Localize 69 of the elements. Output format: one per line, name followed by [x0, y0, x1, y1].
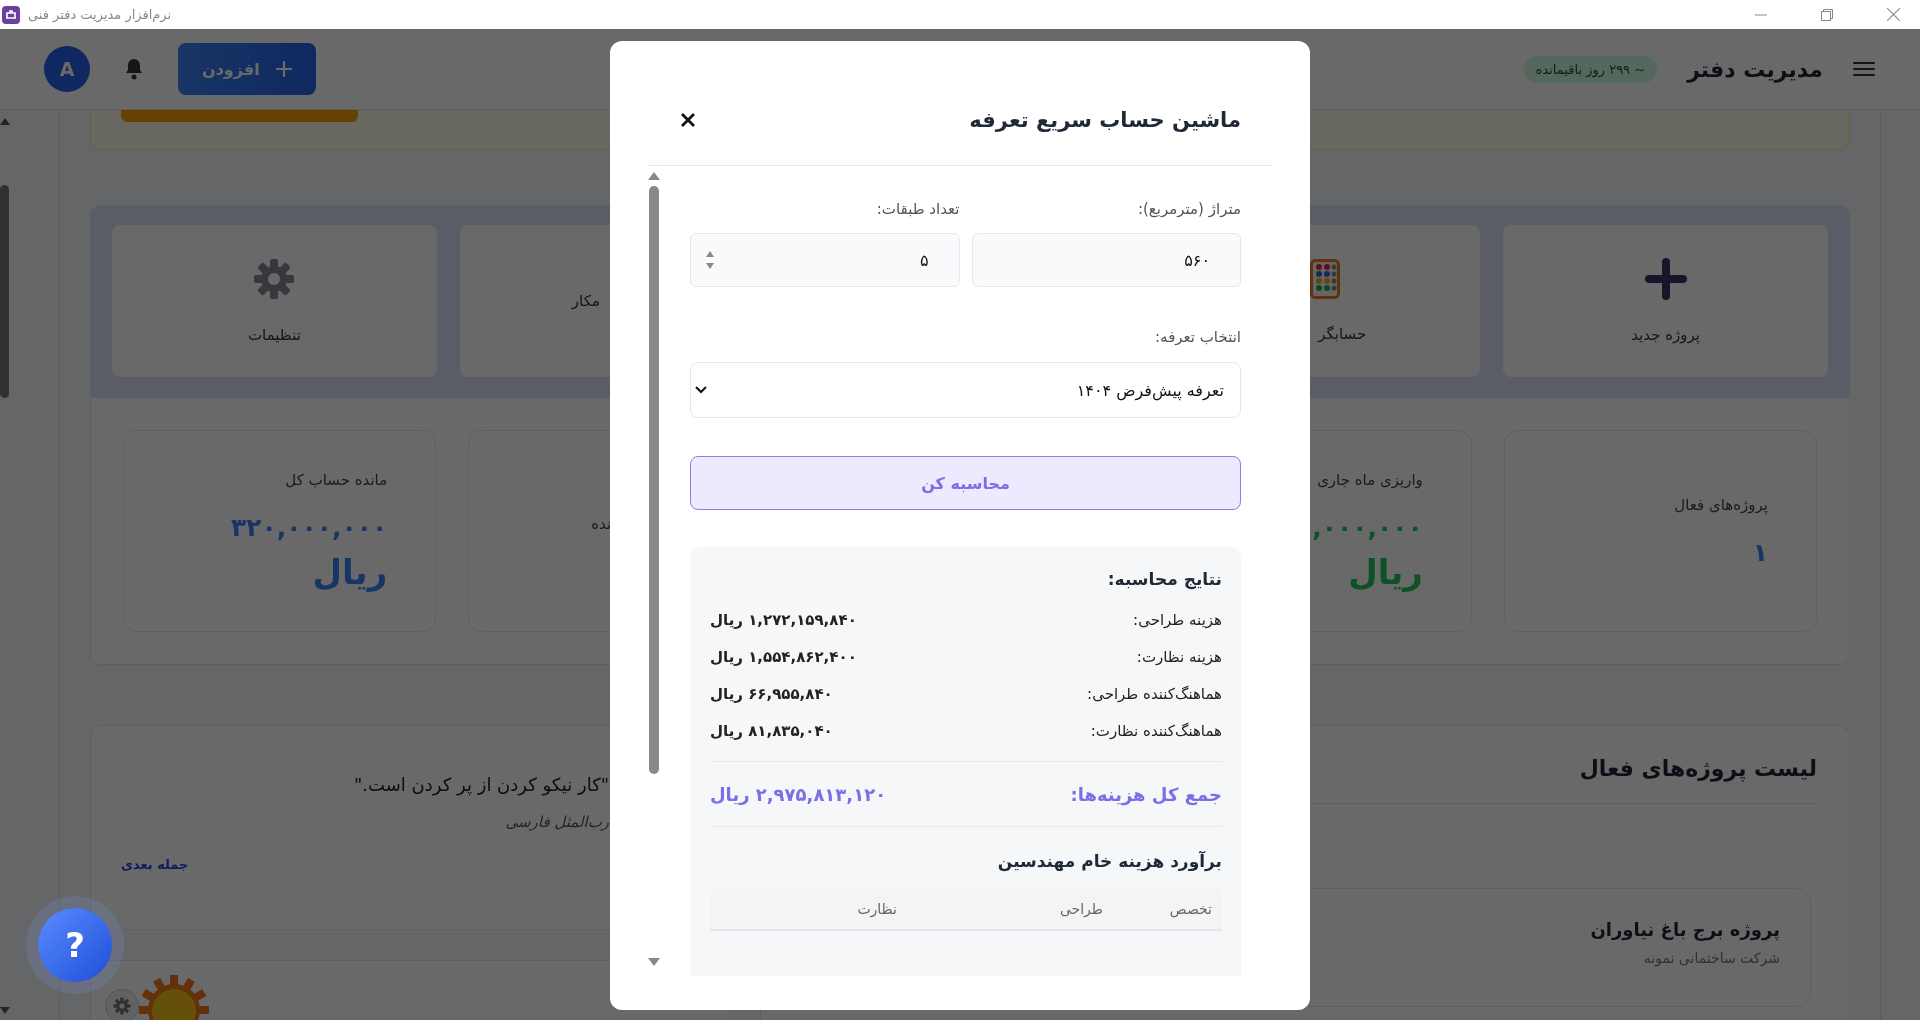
stat-label: مانده حساب کل [285, 470, 388, 489]
restore-icon[interactable] [1821, 8, 1833, 21]
stat-label: پروژه‌های فعال [1674, 495, 1768, 514]
quick-action-label: حسابگر [1318, 325, 1367, 343]
quick-action-label: مکار [571, 292, 600, 310]
gear-icon [253, 258, 296, 300]
user-avatar[interactable]: A [44, 46, 90, 92]
total-label: جمع کل هزینه‌ها: [1070, 783, 1222, 805]
notification-bell-icon[interactable] [124, 58, 144, 80]
stat-value: ,۰۰۰,۰۰۰ [1312, 512, 1423, 542]
quick-action-label: تنظیمات [247, 326, 301, 344]
area-input[interactable]: ۵۶۰ [971, 233, 1241, 287]
close-icon[interactable] [680, 112, 696, 128]
chevron-down-icon [695, 386, 707, 394]
dialog-title: ماشین حساب سریع تعرفه [969, 107, 1241, 133]
add-button[interactable]: افزودن [178, 43, 316, 95]
column-header: نظارت [857, 901, 898, 917]
column-header: تخصص [1168, 901, 1213, 917]
projects-heading: لیست پروژه‌های فعال [1579, 756, 1817, 781]
project-name: پروژه برج باغ نیاوران [1590, 919, 1780, 940]
quick-action-card[interactable]: تنظیمات [112, 225, 437, 377]
plus-icon [275, 61, 292, 77]
app-title: مدیریت دفتر [1687, 56, 1823, 82]
quote-author: رب‌المثل فارسی [505, 813, 609, 831]
scroll-down-icon[interactable] [0, 1007, 10, 1014]
scrollbar-thumb[interactable] [0, 185, 9, 398]
spinner-icon[interactable] [705, 249, 715, 271]
column-header: طراحی [1058, 901, 1104, 917]
project-company: شرکت ساختمانی نمونه [1643, 950, 1780, 966]
stat-label: نده [591, 515, 612, 533]
sun-icon [139, 975, 209, 1020]
stat-unit: ریال [1348, 551, 1423, 592]
window-title: نرم‌افزار مدیریت دفتر فنی [28, 7, 172, 22]
result-label: هماهنگ‌کننده نظارت: [1090, 721, 1222, 740]
result-value: ۱,۵۵۴,۸۶۲,۴۰۰ ریال [710, 647, 857, 666]
stat-value: ۳۲۰,۰۰۰,۰۰۰ [230, 512, 388, 542]
estimate-heading: برآورد هزینه خام مهندسین [997, 851, 1222, 871]
scroll-up-icon[interactable] [0, 118, 10, 125]
abacus-icon [1310, 259, 1341, 299]
tariff-label: انتخاب تعرفه: [1154, 327, 1241, 347]
menu-icon[interactable] [1853, 61, 1875, 77]
scroll-down-icon[interactable] [648, 958, 660, 966]
floors-label: تعداد طبقات: [876, 199, 960, 219]
results-heading: نتایج محاسبه: [1107, 569, 1222, 589]
next-quote-link[interactable]: جمله بعدی [121, 857, 189, 872]
quick-action-card[interactable]: پروژه جدید [1503, 225, 1828, 377]
plus-icon [1644, 258, 1687, 300]
tariff-select[interactable]: تعرفه پیش‌فرض ۱۴۰۴ [690, 362, 1241, 418]
calculate-button[interactable]: محاسبه کن [690, 456, 1241, 510]
stat-label: واریزی ماه جاری [1317, 470, 1423, 489]
settings-icon [113, 997, 131, 1015]
help-button[interactable]: ? [38, 908, 112, 982]
result-label: هزینه طراحی: [1133, 610, 1222, 629]
quick-action-label: پروژه جدید [1631, 326, 1700, 344]
settings-button[interactable] [105, 989, 139, 1020]
result-label: هماهنگ‌کننده طراحی: [1087, 684, 1222, 703]
quote-text: "کار نیکو کردن از پر کردن است." [354, 774, 609, 795]
total-value: ۲,۹۷۵,۸۱۳,۱۲۰ ریال [710, 783, 887, 805]
scrollbar-thumb[interactable] [649, 186, 659, 774]
scroll-up-icon[interactable] [648, 172, 660, 180]
result-label: هزینه نظارت: [1136, 647, 1222, 666]
trial-badge: ~ ۲۹۹ روز باقیمانده [1523, 55, 1658, 83]
result-value: ۸۱,۸۳۵,۰۴۰ ریال [710, 721, 833, 740]
result-value: ۱,۲۷۲,۱۵۹,۸۴۰ ریال [710, 610, 857, 629]
floors-input[interactable]: ۵ [690, 233, 960, 287]
stat-value: ۱ [1752, 537, 1768, 567]
area-label: متراژ (مترمربع): [1137, 199, 1241, 219]
stat-unit: ریال [312, 551, 388, 592]
result-value: ۶۶,۹۵۵,۸۴۰ ریال [710, 684, 833, 703]
